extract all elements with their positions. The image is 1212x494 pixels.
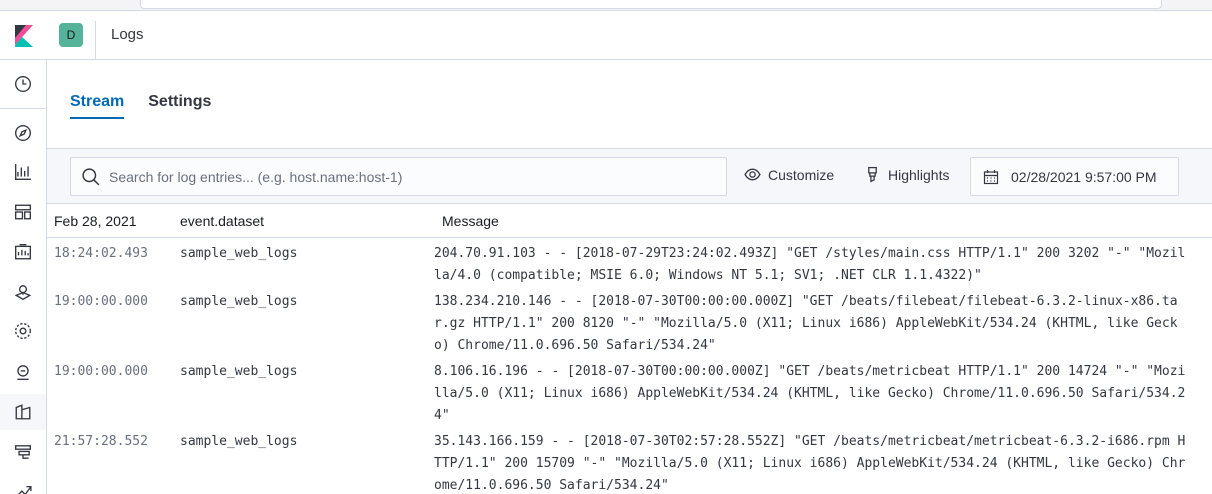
top-header: D Logs bbox=[0, 11, 1212, 60]
eye-icon bbox=[744, 168, 761, 181]
browser-bar bbox=[0, 0, 1212, 11]
log-timestamp: 21:57:28.552 bbox=[54, 434, 148, 449]
side-nav bbox=[0, 60, 47, 494]
log-toolbar: Customize Highlights 02/28/2021 9:57:00 … bbox=[47, 148, 1212, 204]
dashboard-icon[interactable] bbox=[0, 194, 46, 230]
clock-icon[interactable] bbox=[0, 66, 46, 102]
kibana-logo-icon[interactable] bbox=[0, 11, 47, 60]
column-date: Feb 28, 2021 bbox=[54, 213, 137, 229]
log-row[interactable]: 19:00:00.000 sample_web_logs 8.106.16.19… bbox=[47, 358, 1212, 428]
log-row[interactable]: 21:57:28.552 sample_web_logs 35.143.166.… bbox=[47, 428, 1212, 494]
date-value: 02/28/2021 9:57:00 PM bbox=[1011, 168, 1157, 185]
log-timestamp: 19:00:00.000 bbox=[54, 294, 148, 309]
header-divider bbox=[95, 21, 96, 59]
canvas-icon[interactable] bbox=[0, 234, 46, 270]
log-row[interactable]: 19:00:00.000 sample_web_logs 138.234.210… bbox=[47, 288, 1212, 358]
nav-separator bbox=[0, 108, 46, 109]
log-message: 138.234.210.146 - - [2018-07-30T00:00:00… bbox=[434, 294, 1178, 353]
uptime-icon[interactable] bbox=[0, 472, 46, 494]
log-dataset: sample_web_logs bbox=[180, 246, 298, 261]
column-message: Message bbox=[442, 213, 499, 229]
apm-icon[interactable] bbox=[0, 434, 46, 470]
maps-icon[interactable] bbox=[0, 274, 46, 310]
highlights-button[interactable]: Highlights bbox=[864, 166, 949, 183]
main-content: Stream Settings Customize Highlights 02/… bbox=[47, 60, 1212, 494]
highlights-label: Highlights bbox=[888, 166, 950, 183]
customize-label: Customize bbox=[768, 166, 835, 183]
log-column-header: Feb 28, 2021 event.dataset Message bbox=[47, 205, 1212, 238]
date-picker[interactable]: 02/28/2021 9:57:00 PM bbox=[970, 157, 1179, 196]
column-dataset: event.dataset bbox=[180, 213, 265, 229]
log-timestamp: 19:00:00.000 bbox=[54, 364, 148, 379]
metrics-icon[interactable] bbox=[0, 354, 46, 390]
tab-stream[interactable]: Stream bbox=[70, 93, 125, 119]
tab-settings[interactable]: Settings bbox=[148, 93, 211, 119]
highlighter-icon bbox=[868, 166, 877, 183]
ml-icon[interactable] bbox=[0, 313, 46, 349]
log-message: 8.106.16.196 - - [2018-07-30T00:00:00.00… bbox=[434, 364, 1186, 423]
logs-icon[interactable] bbox=[0, 394, 46, 430]
browser-url-bar[interactable] bbox=[140, 0, 1162, 9]
calendar-icon bbox=[983, 169, 999, 184]
log-dataset: sample_web_logs bbox=[180, 434, 298, 449]
log-stream[interactable]: 18:24:02.493 sample_web_logs 204.70.91.1… bbox=[47, 240, 1212, 494]
tab-bar: Stream Settings bbox=[70, 93, 211, 119]
log-dataset: sample_web_logs bbox=[180, 364, 298, 379]
visualize-icon[interactable] bbox=[0, 154, 46, 190]
space-avatar[interactable]: D bbox=[59, 23, 83, 47]
log-timestamp: 18:24:02.493 bbox=[54, 246, 148, 261]
log-message: 35.143.166.159 - - [2018-07-30T02:57:28.… bbox=[434, 434, 1186, 493]
compass-icon[interactable] bbox=[0, 115, 46, 151]
customize-button[interactable]: Customize bbox=[744, 166, 834, 183]
log-row[interactable]: 18:24:02.493 sample_web_logs 204.70.91.1… bbox=[47, 240, 1212, 288]
search-box bbox=[70, 157, 727, 196]
log-message: 204.70.91.103 - - [2018-07-29T23:24:02.4… bbox=[434, 246, 1186, 283]
breadcrumb: Logs bbox=[111, 26, 144, 43]
log-dataset: sample_web_logs bbox=[180, 294, 298, 309]
search-icon bbox=[82, 168, 100, 186]
search-input[interactable] bbox=[109, 158, 709, 195]
